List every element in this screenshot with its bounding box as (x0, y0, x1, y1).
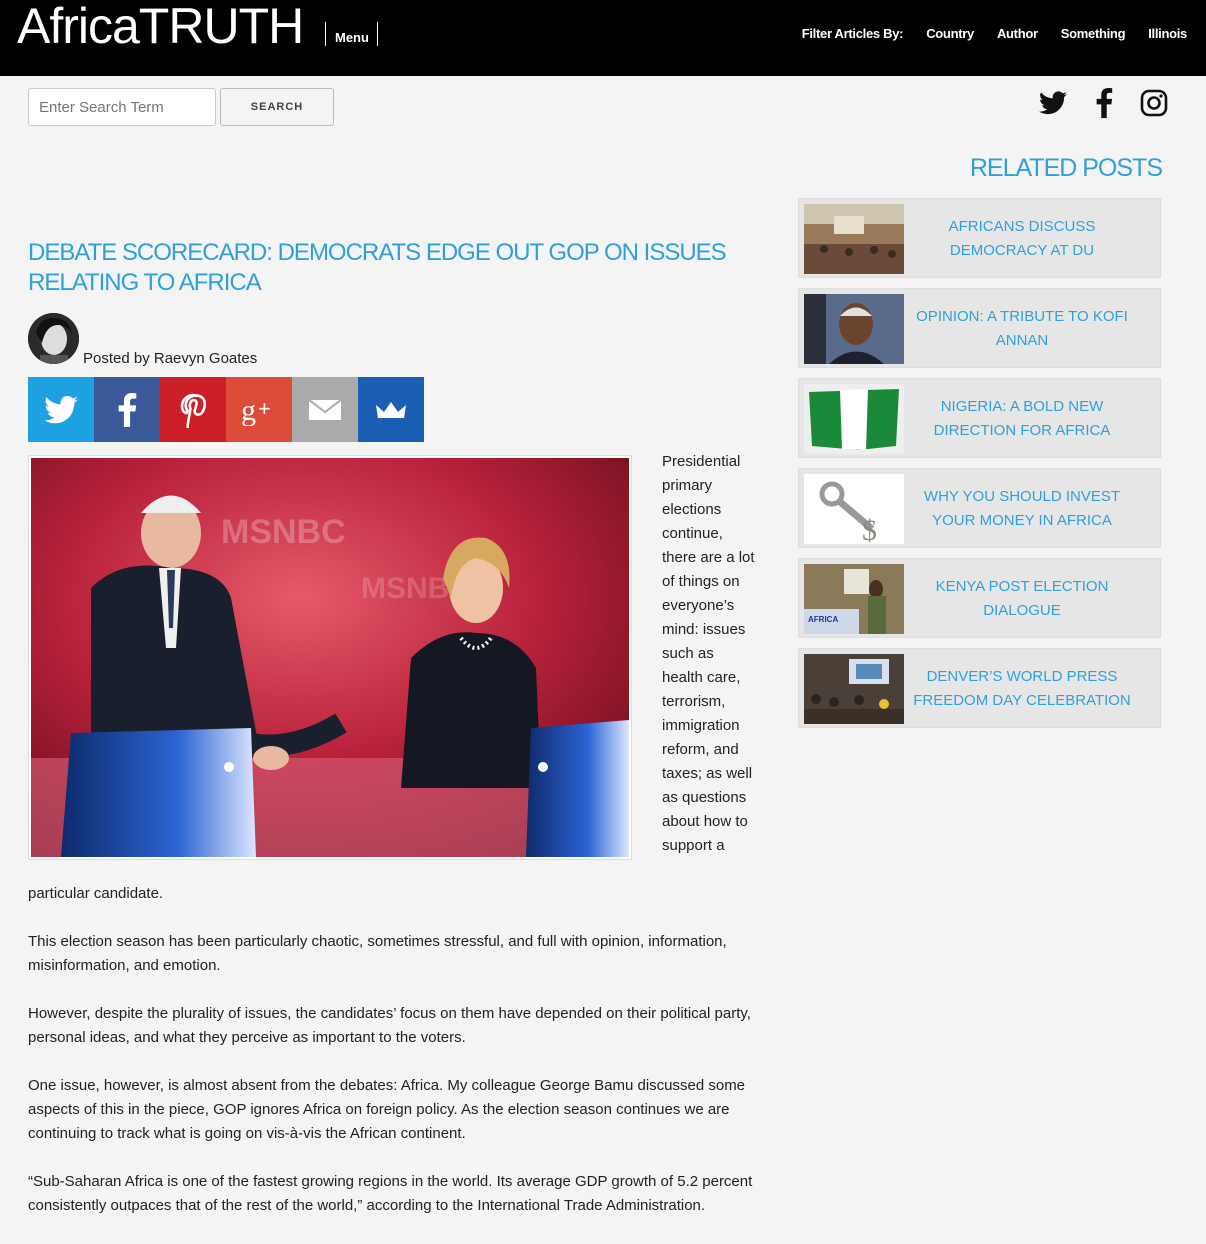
author-avatar[interactable] (28, 313, 79, 364)
related-post-title[interactable]: AFRICANS DISCUSS DEMOCRACY AT DU (911, 199, 1133, 279)
related-post-item[interactable]: OPINION: A TRIBUTE TO KOFI ANNAN (798, 288, 1161, 368)
related-post-title[interactable]: DENVER’S WORLD PRESS FREEDOM DAY CELEBRA… (911, 649, 1133, 729)
share-pinterest-icon[interactable] (160, 377, 226, 442)
related-post-title[interactable]: KENYA POST ELECTION DIALOGUE (911, 559, 1133, 639)
related-post-thumbnail[interactable] (804, 294, 904, 364)
menu-button[interactable]: Menu (325, 22, 378, 46)
related-post-item[interactable]: AFRICANS DISCUSS DEMOCRACY AT DU (798, 198, 1161, 278)
share-facebook-icon[interactable] (94, 377, 160, 442)
facebook-icon[interactable] (1087, 86, 1121, 120)
share-email-icon[interactable] (292, 377, 358, 442)
article-paragraph: “Sub-Saharan Africa is one of the fastes… (28, 1173, 753, 1214)
filter-author-link[interactable]: Author (997, 26, 1038, 41)
top-navigation-bar: AfricaTRUTH Menu Filter Articles By: Cou… (0, 0, 1206, 76)
filter-country-link[interactable]: Country (926, 26, 974, 41)
site-logo[interactable]: AfricaTRUTH (17, 0, 304, 52)
share-google-plus-icon[interactable]: g + (226, 377, 292, 442)
article-paragraph: However, despite the plurality of issues… (28, 1005, 751, 1046)
related-post-title[interactable]: OPINION: A TRIBUTE TO KOFI ANNAN (911, 289, 1133, 369)
filter-label: Filter Articles By: (801, 26, 904, 41)
article-paragraph: This election season has been particular… (28, 933, 727, 974)
twitter-icon[interactable] (1036, 86, 1070, 120)
article-paragraph: One issue, however, is almost absent fro… (28, 1077, 746, 1142)
article-intro-text: Presidential primary elections continue,… (662, 453, 755, 854)
share-bar: g + (28, 377, 424, 442)
related-post-item[interactable]: $ WHY YOU SHOULD INVEST YOUR MONEY IN AF… (798, 468, 1161, 548)
filter-something-link[interactable]: Something (1061, 26, 1126, 41)
related-post-item[interactable]: NIGERIA: A BOLD NEW DIRECTION FOR AFRICA (798, 378, 1161, 458)
article-intro-continuation: particular candidate. (28, 885, 164, 902)
svg-text:g: g (241, 394, 256, 426)
related-post-thumbnail[interactable]: $ (804, 474, 904, 544)
related-post-thumbnail[interactable] (804, 654, 904, 724)
related-post-item[interactable]: DENVER’S WORLD PRESS FREEDOM DAY CELEBRA… (798, 648, 1161, 728)
article-title: DEBATE SCORECARD: DEMOCRATS EDGE OUT GOP… (28, 239, 727, 296)
related-post-title[interactable]: WHY YOU SHOULD INVEST YOUR MONEY IN AFRI… (911, 469, 1133, 549)
filter-nav: Filter Articles By: Country Author Somet… (801, 26, 1188, 41)
related-post-title[interactable]: NIGERIA: A BOLD NEW DIRECTION FOR AFRICA (911, 379, 1133, 459)
related-post-item[interactable]: AFRICA KENYA POST ELECTION DIALOGUE (798, 558, 1161, 638)
instagram-icon[interactable] (1137, 86, 1171, 120)
related-post-thumbnail[interactable] (804, 204, 904, 274)
svg-text:+: + (258, 396, 271, 421)
svg-text:MSNBC: MSNBC (221, 513, 346, 551)
share-twitter-icon[interactable] (28, 377, 94, 442)
filter-illinois-link[interactable]: Illinois (1148, 26, 1187, 41)
search-button[interactable]: SEARCH (220, 88, 334, 126)
svg-text:AFRICA: AFRICA (808, 615, 838, 624)
related-posts-heading: RELATED POSTS (969, 154, 1163, 182)
search-input[interactable] (28, 88, 216, 126)
related-post-thumbnail[interactable]: AFRICA (804, 564, 904, 634)
author-byline: Posted by Raevyn Goates (83, 350, 258, 367)
share-crown-icon[interactable] (358, 377, 424, 442)
svg-text:$: $ (862, 514, 877, 544)
article-hero-image: MSNBC MSNBC (28, 455, 632, 860)
related-post-thumbnail[interactable] (804, 384, 904, 454)
